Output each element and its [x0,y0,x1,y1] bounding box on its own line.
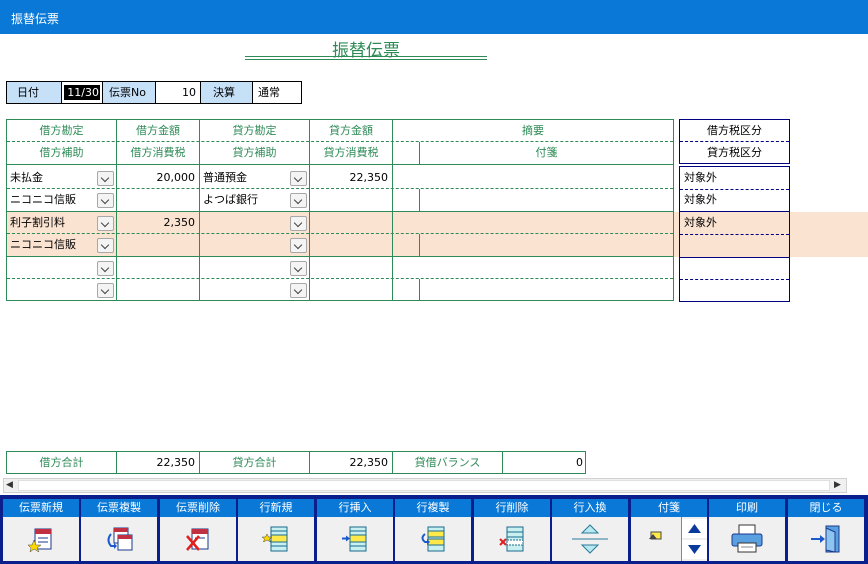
row1-debit-sub[interactable]: ニコニコ信販 [10,189,96,210]
chevron-down-icon[interactable] [290,283,307,298]
chevron-down-icon[interactable] [290,171,307,186]
col-note: 付箋 [535,146,558,159]
scroll-left-icon[interactable]: ◀ [6,480,13,490]
button-label: 印刷 [709,499,785,517]
button-label: 行削除 [474,499,550,517]
scroll-right-icon[interactable]: ▶ [834,480,841,490]
swap-rows-button[interactable]: 行入換 [552,499,628,561]
settlement-field[interactable]: 通常 [252,81,302,104]
col-credit-amount: 貸方金額 [329,124,373,137]
print-button[interactable]: 印刷 [709,499,785,561]
insert-row-icon [317,517,393,561]
col-debit-account: 借方勘定 [39,124,84,137]
settlement-label: 決算 [200,81,253,104]
chevron-down-icon[interactable] [97,238,114,253]
chevron-down-icon[interactable] [97,261,114,276]
insert-row-button[interactable]: 行挿入 [317,499,393,561]
button-label: 伝票複製 [81,499,157,517]
delete-row-icon [474,517,550,561]
voucher-no-field[interactable]: 10 [155,81,201,104]
chevron-down-icon[interactable] [290,216,307,231]
row1-debit-tax-class[interactable]: 対象外 [684,167,784,188]
close-button[interactable]: 閉じる [788,499,864,561]
row2-debit-tax-class[interactable]: 対象外 [684,212,784,233]
tax-class-header: 借方税区分 貸方税区分 [679,119,790,164]
button-label: 行挿入 [317,499,393,517]
col-credit-tax-class: 貸方税区分 [707,146,762,159]
button-label: 行複製 [395,499,471,517]
new-voucher-icon [3,517,79,561]
sticky-note-icon [631,517,707,561]
button-label: 行新規 [238,499,314,517]
col-debit-amount: 借方金額 [136,124,180,137]
col-credit-tax: 貸方消費税 [323,146,379,159]
date-field[interactable]: 11/30 [61,81,103,104]
col-credit-sub: 貸方補助 [232,146,277,159]
voucher-no-label: 伝票No [102,81,156,104]
window-title-bar: 振替伝票 [0,0,868,34]
row1-credit-tax-class[interactable]: 対象外 [684,189,784,210]
window-title: 振替伝票 [11,12,60,26]
button-label: 伝票新規 [3,499,79,517]
credit-total-label: 貸方合計 [232,456,277,469]
title-underline [245,56,487,60]
row2-debit-amount[interactable]: 2,350 [117,212,196,233]
balance-value: 0 [576,456,583,469]
copy-voucher-icon [81,517,157,561]
copy-voucher-button[interactable]: 伝票複製 [81,499,157,561]
close-door-icon [788,517,864,561]
button-label: 伝票削除 [160,499,236,517]
date-value: 11/30 [64,85,100,100]
new-voucher-button[interactable]: 伝票新規 [3,499,79,561]
chevron-down-icon[interactable] [97,216,114,231]
button-label: 行入換 [552,499,628,517]
chevron-down-icon[interactable] [290,238,307,253]
delete-voucher-button[interactable]: 伝票削除 [160,499,236,561]
delete-row-button[interactable]: 行削除 [474,499,550,561]
chevron-down-icon[interactable] [290,193,307,208]
new-row-icon [238,517,314,561]
credit-total-value: 22,350 [349,456,389,469]
tax-class-grid: 対象外 対象外 対象外 [679,166,790,302]
sticky-note-button[interactable]: 付箋 [631,499,707,561]
chevron-down-icon[interactable] [97,193,114,208]
printer-icon [709,517,785,561]
scrollbar-track[interactable] [18,480,830,491]
row1-debit-amount[interactable]: 20,000 [117,167,196,188]
col-debit-tax: 借方消費税 [130,146,186,159]
debit-total-value: 22,350 [156,456,196,469]
button-label: 閉じる [788,499,864,517]
delete-voucher-icon [160,517,236,561]
balance-label: 貸借バランス [414,456,481,469]
chevron-down-icon[interactable] [97,171,114,186]
horizontal-scrollbar[interactable]: ◀ ▶ [3,478,847,493]
col-summary: 摘要 [522,124,544,137]
new-row-button[interactable]: 行新規 [238,499,314,561]
row1-credit-sub[interactable]: よつば銀行 [203,189,289,210]
row1-debit-account[interactable]: 未払金 [10,167,96,188]
chevron-down-icon[interactable] [97,283,114,298]
journal-grid: 借方勘定 借方金額 貸方勘定 貸方金額 摘要 借方補助 借方消費税 貸方補助 貸… [6,119,674,301]
row1-credit-amount[interactable]: 22,350 [310,167,389,188]
bottom-toolbar: 伝票新規 伝票複製 伝票削除 行新規 行挿入 行複製 行削除 行入換 付箋 印刷… [0,495,868,564]
copy-row-icon [395,517,471,561]
col-debit-tax-class: 借方税区分 [707,124,762,137]
swap-rows-icon [552,517,628,561]
col-credit-account: 貸方勘定 [232,124,277,137]
copy-row-button[interactable]: 行複製 [395,499,471,561]
col-debit-sub: 借方補助 [39,146,84,159]
chevron-down-icon[interactable] [290,261,307,276]
row2-debit-account[interactable]: 利子割引料 [10,212,96,233]
debit-total-label: 借方合計 [39,456,84,469]
row2-debit-sub[interactable]: ニコニコ信販 [10,234,96,255]
button-label: 付箋 [631,499,707,517]
date-label: 日付 [6,81,62,104]
row1-credit-account[interactable]: 普通預金 [203,167,289,188]
totals-bar: 借方合計 22,350 貸方合計 22,350 貸借バランス 0 [6,451,586,474]
